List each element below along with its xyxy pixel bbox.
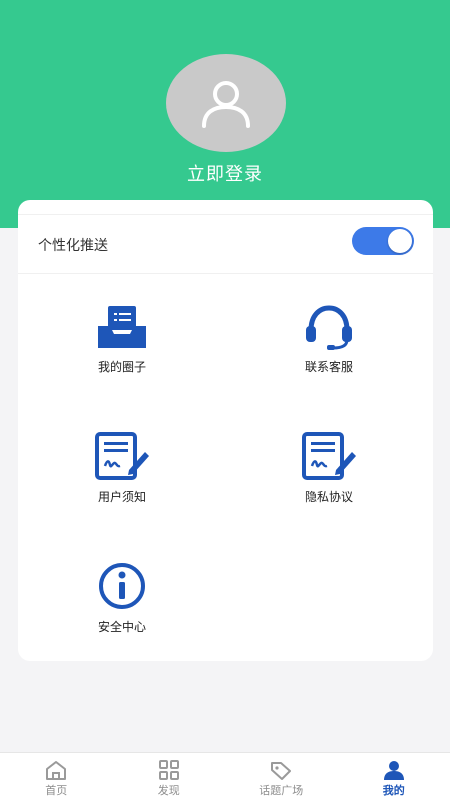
tab-label: 我的 <box>382 784 405 797</box>
menu-item-label: 隐私协议 <box>304 490 353 504</box>
tab-home[interactable]: 首页 <box>0 753 113 800</box>
bottom-tab-bar: 首页 发现 话题广场 我的 <box>0 752 450 800</box>
menu-item-label: 用户须知 <box>97 490 146 504</box>
tab-topic-square[interactable]: 话题广场 <box>225 753 338 800</box>
profile-header: 立即登录 <box>0 0 450 228</box>
toggle-knob <box>388 229 412 253</box>
document-sign-icon <box>302 432 356 480</box>
personalized-push-row: 个性化推送 <box>18 214 433 274</box>
document-sign-icon <box>95 432 149 480</box>
grid-icon <box>158 760 179 780</box>
tab-label: 发现 <box>157 784 180 797</box>
inbox-icon <box>98 306 146 348</box>
user-icon <box>383 761 404 780</box>
menu-item-my-circle[interactable]: 我的圈子 <box>42 304 202 414</box>
tab-label: 话题广场 <box>259 784 304 797</box>
home-icon <box>46 761 67 780</box>
menu-item-user-notice[interactable]: 用户须知 <box>42 432 202 542</box>
avatar[interactable] <box>166 54 286 152</box>
tab-discover[interactable]: 发现 <box>113 753 226 800</box>
menu-item-label: 我的圈子 <box>97 360 146 374</box>
personalized-push-toggle[interactable] <box>352 227 414 255</box>
menu-item-security-center[interactable]: 安全中心 <box>42 562 202 672</box>
menu-item-label: 安全中心 <box>97 620 146 634</box>
menu-card: 个性化推送 我的圈子 联系客服 用户须知 隐私协议 安全中心 <box>18 200 433 661</box>
info-icon <box>99 563 145 609</box>
tab-mine[interactable]: 我的 <box>338 753 450 800</box>
personalized-push-label: 个性化推送 <box>38 238 108 254</box>
tag-icon <box>271 762 292 780</box>
headset-icon <box>306 305 352 350</box>
menu-item-customer-service[interactable]: 联系客服 <box>249 304 409 414</box>
menu-item-privacy-agreement[interactable]: 隐私协议 <box>249 432 409 542</box>
user-silhouette-icon <box>202 81 250 128</box>
tab-label: 首页 <box>45 784 68 797</box>
login-link[interactable]: 立即登录 <box>0 160 450 186</box>
menu-item-label: 联系客服 <box>304 360 353 374</box>
